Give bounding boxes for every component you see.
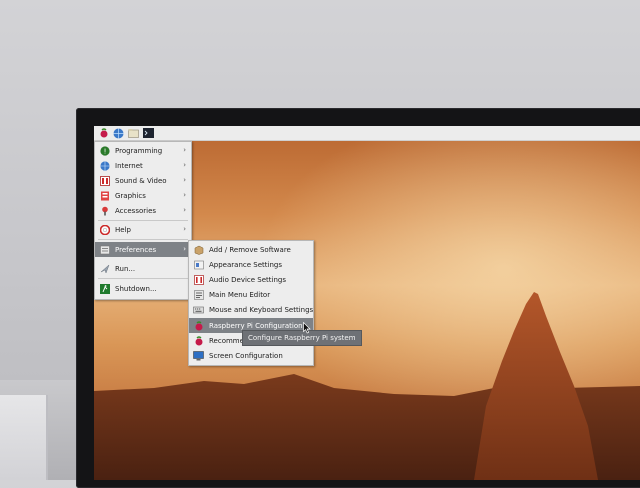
- preferences-icon: [99, 244, 110, 255]
- audio-icon: [193, 274, 204, 285]
- menu-item-label: Internet: [115, 161, 143, 170]
- package-icon: [193, 244, 204, 255]
- raspberry-icon: [100, 128, 107, 138]
- tooltip-text: Configure Raspberry Pi system: [248, 334, 356, 342]
- chevron-right-icon: ›: [183, 245, 186, 253]
- programming-icon: !: [99, 145, 110, 156]
- submenu-item-label: Raspberry Pi Configuration: [209, 321, 303, 330]
- menu-item-graphics[interactable]: Graphics ›: [95, 188, 191, 203]
- browser-button[interactable]: [113, 128, 124, 139]
- terminal-button[interactable]: [143, 128, 154, 139]
- globe-icon: [113, 128, 124, 138]
- submenu-item-label: Main Menu Editor: [209, 290, 271, 299]
- tooltip: Configure Raspberry Pi system: [242, 330, 362, 346]
- menu-item-preferences[interactable]: Preferences ›: [95, 242, 191, 257]
- menu-item-sound-video[interactable]: Sound & Video ›: [95, 173, 191, 188]
- menu-item-run[interactable]: Run...: [95, 261, 191, 276]
- raspberry-icon: [193, 335, 204, 346]
- menu-editor-icon: [193, 289, 204, 300]
- menu-separator: [98, 239, 188, 240]
- menu-item-label: Graphics: [115, 191, 146, 200]
- accessories-icon: [99, 205, 110, 216]
- menu-item-shutdown[interactable]: Shutdown...: [95, 281, 191, 296]
- submenu-item-screen-configuration[interactable]: Screen Configuration: [189, 348, 313, 363]
- globe-icon: [99, 160, 110, 171]
- desktop-screen: ! Programming › Internet › Sound & Video…: [94, 126, 640, 480]
- chevron-right-icon: ›: [183, 161, 186, 169]
- help-icon: [99, 224, 110, 235]
- submenu-item-add-remove-software[interactable]: Add / Remove Software: [189, 242, 313, 257]
- menu-item-accessories[interactable]: Accessories ›: [95, 203, 191, 218]
- terminal-icon: [143, 128, 154, 138]
- application-menu: ! Programming › Internet › Sound & Video…: [94, 141, 192, 300]
- submenu-item-label: Appearance Settings: [209, 260, 282, 269]
- submenu-item-label: Screen Configuration: [209, 351, 283, 360]
- taskbar: [94, 126, 640, 141]
- menu-item-internet[interactable]: Internet ›: [95, 158, 191, 173]
- submenu-item-label: Audio Device Settings: [209, 275, 286, 284]
- submenu-item-label: Add / Remove Software: [209, 245, 291, 254]
- menu-separator: [98, 278, 188, 279]
- appearance-icon: [193, 259, 204, 270]
- chevron-right-icon: ›: [183, 176, 186, 184]
- mouse-cursor-icon: [303, 322, 311, 334]
- menu-item-label: Shutdown...: [115, 284, 157, 293]
- chevron-right-icon: ›: [183, 206, 186, 214]
- menu-item-label: Programming: [115, 146, 163, 155]
- chevron-right-icon: ›: [183, 191, 186, 199]
- submenu-item-main-menu-editor[interactable]: Main Menu Editor: [189, 287, 313, 302]
- raspberry-menu-button[interactable]: [98, 128, 109, 139]
- white-box: [0, 395, 48, 480]
- menu-item-label: Help: [115, 225, 131, 234]
- chevron-right-icon: ›: [183, 225, 186, 233]
- sound-video-icon: [99, 175, 110, 186]
- menu-item-label: Preferences: [115, 245, 157, 254]
- submenu-item-audio-device-settings[interactable]: Audio Device Settings: [189, 272, 313, 287]
- menu-item-programming[interactable]: ! Programming ›: [95, 143, 191, 158]
- menu-item-label: Accessories: [115, 206, 157, 215]
- menu-item-label: Run...: [115, 264, 136, 273]
- raspberry-icon: [193, 320, 204, 331]
- file-manager-button[interactable]: [128, 128, 139, 139]
- folder-icon: [128, 129, 139, 138]
- screen-icon: [193, 350, 204, 361]
- svg-text:!: !: [103, 147, 106, 155]
- graphics-icon: [99, 190, 110, 201]
- menu-separator: [98, 220, 188, 221]
- preferences-submenu: Add / Remove Software Appearance Setting…: [188, 240, 314, 366]
- shutdown-icon: [99, 283, 110, 294]
- menu-item-label: Sound & Video: [115, 176, 167, 185]
- submenu-item-appearance-settings[interactable]: Appearance Settings: [189, 257, 313, 272]
- run-icon: [99, 263, 110, 274]
- submenu-item-mouse-keyboard-settings[interactable]: Mouse and Keyboard Settings: [189, 302, 313, 317]
- chevron-right-icon: ›: [183, 146, 186, 154]
- submenu-item-label: Mouse and Keyboard Settings: [209, 305, 314, 314]
- keyboard-icon: [193, 304, 204, 315]
- menu-item-help[interactable]: Help ›: [95, 222, 191, 237]
